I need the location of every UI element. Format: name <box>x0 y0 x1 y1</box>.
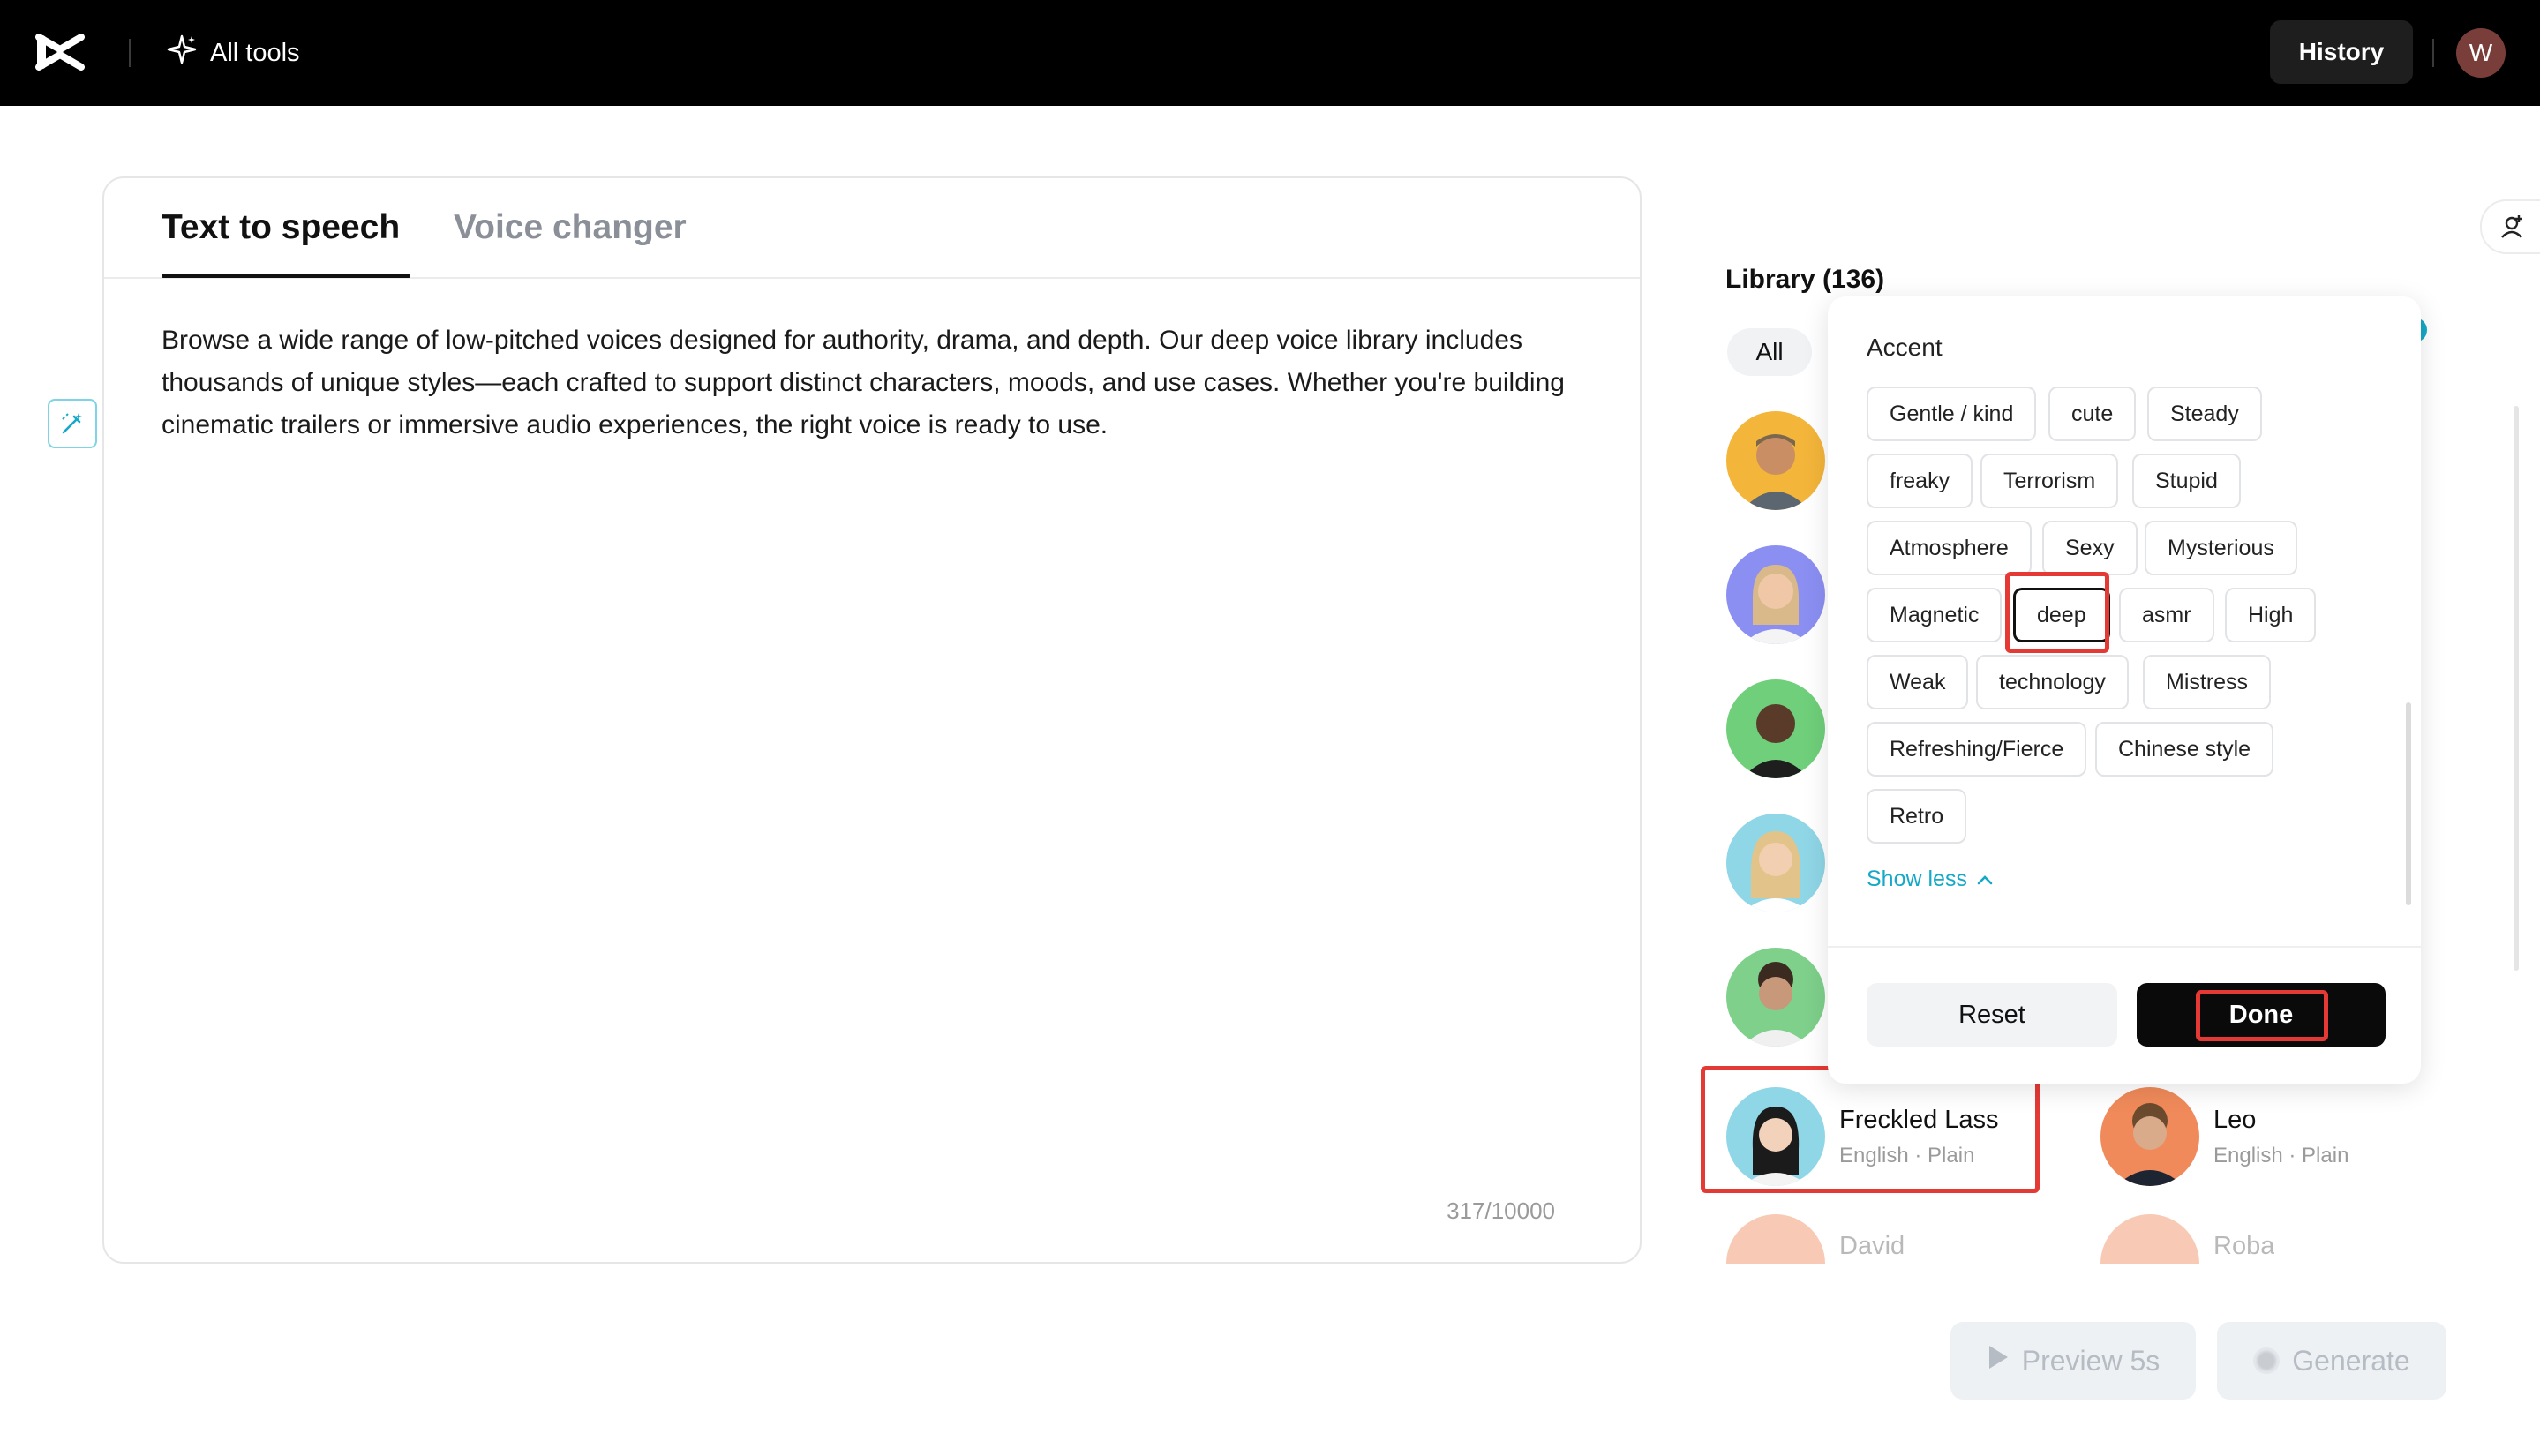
tag-chinese-style[interactable]: Chinese style <box>2095 722 2274 777</box>
tag-asmr[interactable]: asmr <box>2119 588 2214 642</box>
voice-avatar[interactable] <box>1726 679 1825 778</box>
tag-freaky[interactable]: freaky <box>1867 454 1973 508</box>
sparkle-icon <box>166 34 198 72</box>
tab-text-to-speech[interactable]: Text to speech <box>162 208 400 247</box>
script-textarea[interactable]: Browse a wide range of low-pitched voice… <box>162 319 1591 447</box>
tag-atmosphere[interactable]: Atmosphere <box>1867 521 2032 575</box>
user-avatar[interactable]: W <box>2456 28 2506 78</box>
topbar-divider <box>129 39 131 67</box>
play-icon <box>1987 1344 2010 1377</box>
filter-chip-all[interactable]: All <box>1727 328 1812 376</box>
voice-avatar[interactable] <box>1726 545 1825 644</box>
capcut-logo-icon[interactable] <box>35 30 85 74</box>
edit-wand-icon[interactable] <box>48 399 97 448</box>
upload-voice-icon[interactable] <box>2480 199 2540 254</box>
highlight-box <box>2196 990 2328 1041</box>
tag-retro[interactable]: Retro <box>1867 789 1967 844</box>
voice-card-roba[interactable]: Roba <box>2100 1214 2274 1264</box>
highlight-box <box>2005 572 2109 653</box>
text-editor-card: Text to speech Voice changer Browse a wi… <box>102 176 1642 1264</box>
voice-name: Roba <box>2213 1232 2275 1260</box>
voice-avatar[interactable] <box>1726 814 1825 912</box>
active-tab-indicator <box>162 274 410 278</box>
tag-sexy[interactable]: Sexy <box>2042 521 2138 575</box>
show-less-label: Show less <box>1867 867 1967 891</box>
popover-divider <box>1828 946 2421 948</box>
loading-icon <box>2253 1347 2281 1374</box>
voice-avatar <box>2100 1214 2199 1264</box>
tag-high[interactable]: High <box>2225 588 2317 642</box>
highlight-box <box>1701 1066 2040 1193</box>
chevron-up-icon <box>1976 867 1994 892</box>
popover-heading: Accent <box>1867 334 1943 361</box>
tag-mysterious[interactable]: Mysterious <box>2145 521 2297 575</box>
tag-weak[interactable]: Weak <box>1867 655 1969 709</box>
tag-steady[interactable]: Steady <box>2147 387 2262 441</box>
accent-filter-popover: Accent Gentle / kind cute Steady freaky … <box>1828 296 2421 1084</box>
reset-button[interactable]: Reset <box>1867 983 2117 1047</box>
all-tools-button[interactable]: All tools <box>166 32 300 74</box>
preview-label: Preview 5s <box>2021 1344 2161 1377</box>
history-button[interactable]: History <box>2270 20 2413 84</box>
all-tools-label: All tools <box>210 38 300 67</box>
tag-stupid[interactable]: Stupid <box>2132 454 2241 508</box>
generate-button[interactable]: Generate <box>2217 1322 2446 1400</box>
voice-name: David <box>1839 1232 1905 1260</box>
tag-refreshing-fierce[interactable]: Refreshing/Fierce <box>1867 722 2087 777</box>
preview-button[interactable]: Preview 5s <box>1950 1322 2196 1400</box>
library-scrollbar[interactable] <box>2514 406 2519 971</box>
library-title: Library (136) <box>1725 265 1885 294</box>
tag-mistress[interactable]: Mistress <box>2143 655 2272 709</box>
voice-card-david[interactable]: David <box>1726 1214 1905 1264</box>
voice-avatar[interactable] <box>1726 948 1825 1047</box>
tag-technology[interactable]: technology <box>1976 655 2129 709</box>
tag-gentle-kind[interactable]: Gentle / kind <box>1867 387 2037 441</box>
tag-magnetic[interactable]: Magnetic <box>1867 588 2003 642</box>
tag-terrorism[interactable]: Terrorism <box>1980 454 2119 508</box>
tab-bar: Text to speech Voice changer <box>104 178 1640 279</box>
generate-label: Generate <box>2292 1344 2410 1377</box>
popover-scrollbar[interactable] <box>2406 702 2411 905</box>
topbar-divider <box>2432 39 2434 67</box>
voice-name: Leo <box>2213 1105 2257 1134</box>
top-bar: All tools History W <box>0 0 2540 106</box>
character-counter: 317/10000 <box>1447 1197 1555 1224</box>
tag-cute[interactable]: cute <box>2048 387 2137 441</box>
voice-avatar <box>1726 1214 1825 1264</box>
voice-avatar[interactable] <box>1726 411 1825 510</box>
show-less-link[interactable]: Show less <box>1867 867 1994 892</box>
voice-card-leo[interactable]: Leo English · Plain <box>2100 1084 2348 1190</box>
tab-voice-changer[interactable]: Voice changer <box>454 208 687 247</box>
voice-avatar <box>2100 1087 2199 1186</box>
voice-meta: English · Plain <box>2213 1143 2349 1167</box>
